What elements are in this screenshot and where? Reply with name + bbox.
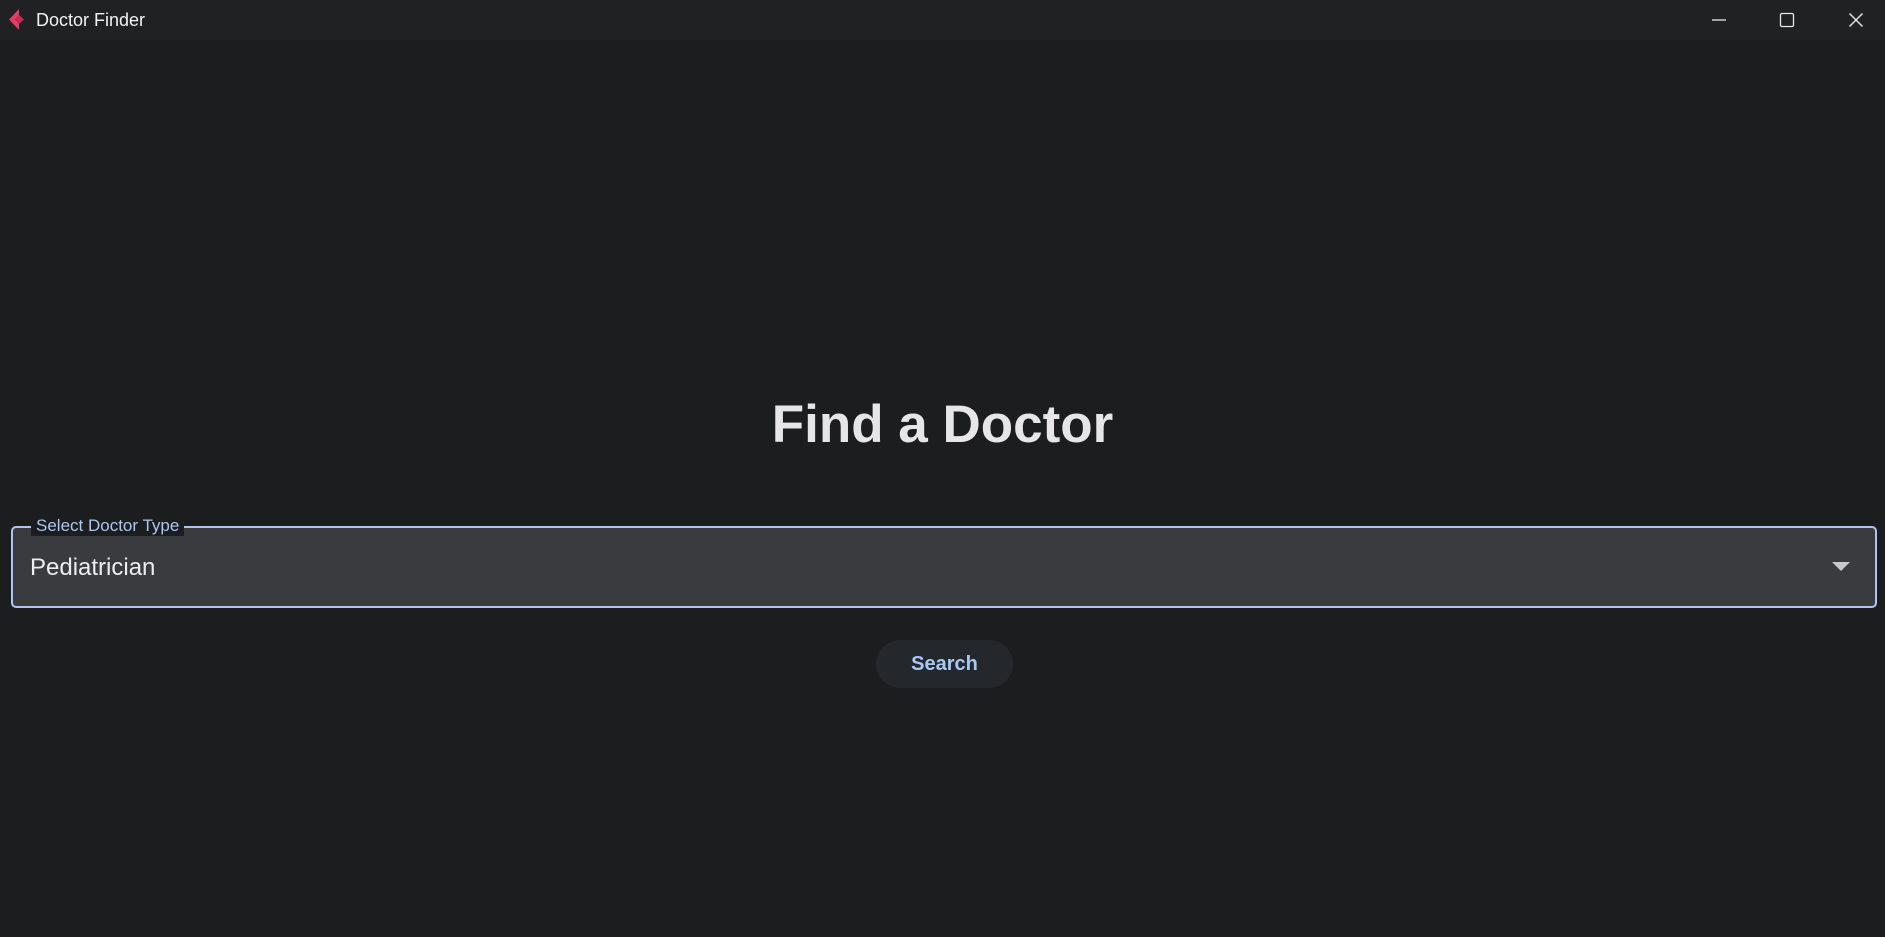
window-title: Doctor Finder [36, 10, 146, 30]
main-content [0, 40, 1885, 937]
minimize-button[interactable] [1685, 0, 1753, 40]
close-button[interactable] [1827, 0, 1885, 40]
minimize-icon [1712, 19, 1726, 21]
doctor-type-select[interactable]: Select Doctor Type Pediatrician [11, 516, 1877, 608]
close-icon [1849, 13, 1863, 27]
page-title: Find a Doctor [771, 395, 1114, 454]
chevron-down-icon[interactable] [1832, 562, 1850, 571]
search-button[interactable]: Search [876, 640, 1013, 688]
maximize-icon [1779, 12, 1795, 28]
doctor-type-select-label: Select Doctor Type [31, 516, 185, 536]
maximize-button[interactable] [1753, 0, 1821, 40]
window-titlebar: Doctor Finder [0, 0, 1885, 40]
doctor-type-selected-value: Pediatrician [30, 554, 156, 581]
app-logo-icon [9, 9, 24, 30]
